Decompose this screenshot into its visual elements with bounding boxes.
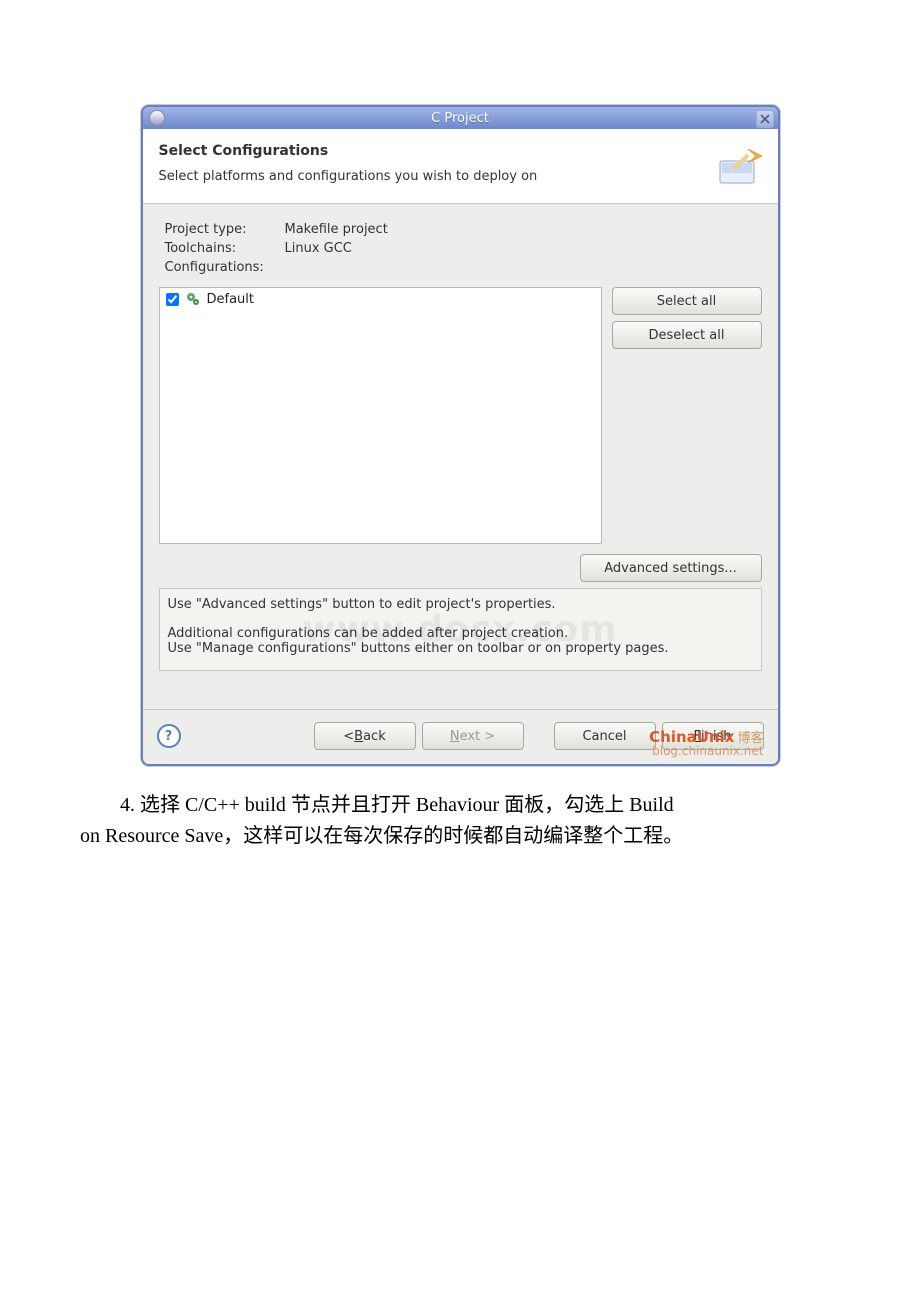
footer-separator (143, 709, 778, 710)
banner-text: Select Configurations Select platforms a… (159, 143, 538, 184)
close-icon (760, 114, 770, 124)
label-configurations: Configurations: (165, 260, 285, 275)
select-all-button[interactable]: Select all (612, 287, 762, 315)
dialog-footer: ? < Back Next > Cancel Finish ChinaUnix博… (143, 714, 778, 764)
note-line-1: Use "Advanced settings" button to edit p… (168, 597, 753, 612)
caption-paragraph: 4. 选择 C/C++ build 节点并且打开 Behaviour 面板，勾选… (80, 790, 840, 852)
select-all-label: Select all (657, 294, 716, 309)
wizard-dialog: C Project Select Configurations Select p… (141, 105, 780, 766)
advanced-row: Advanced settings... (159, 554, 762, 582)
help-icon: ? (165, 729, 173, 744)
configurations-row: Default Select all Deselect all (159, 287, 762, 544)
document-page: C Project Select Configurations Select p… (0, 0, 920, 1302)
next-mnemonic: N (450, 729, 460, 744)
label-project-type: Project type: (165, 222, 285, 237)
advanced-settings-label: Advanced settings... (604, 561, 737, 576)
cancel-button[interactable]: Cancel (554, 722, 656, 750)
wizard-content: Project type: Makefile project Toolchain… (143, 204, 778, 714)
finish-mnemonic: F (694, 729, 701, 744)
config-side-buttons: Select all Deselect all (612, 287, 762, 349)
next-button[interactable]: Next > (422, 722, 524, 750)
wizard-banner: Select Configurations Select platforms a… (143, 129, 778, 204)
label-toolchains: Toolchains: (165, 241, 285, 256)
back-mnemonic: B (354, 729, 363, 744)
dialog-title: C Project (143, 111, 778, 126)
note-line-3: Use "Manage configurations" buttons eith… (168, 641, 753, 656)
banner-subtext: Select platforms and configurations you … (159, 169, 538, 184)
config-item-default[interactable]: Default (160, 288, 601, 310)
wizard-icon (718, 143, 762, 187)
advanced-settings-button[interactable]: Advanced settings... (580, 554, 762, 582)
help-button[interactable]: ? (157, 724, 181, 748)
note-line-2: Additional configurations can be added a… (168, 626, 753, 641)
caption-line-1: 4. 选择 C/C++ build 节点并且打开 Behaviour 面板，勾选… (80, 790, 840, 821)
configurations-list[interactable]: Default (159, 287, 602, 544)
footer-buttonbar: < Back Next > Cancel Finish (314, 722, 764, 750)
gears-icon (185, 291, 201, 307)
value-toolchains: Linux GCC (285, 241, 762, 256)
config-checkbox-default[interactable] (166, 293, 179, 306)
note-box: www.docx.com Use "Advanced settings" but… (159, 588, 762, 671)
cancel-label: Cancel (582, 729, 626, 744)
config-item-label: Default (207, 292, 255, 307)
caption-line-2: on Resource Save，这样可以在每次保存的时候都自动编译整个工程。 (80, 825, 683, 847)
close-button[interactable] (756, 110, 774, 128)
finish-button[interactable]: Finish (662, 722, 764, 750)
banner-heading: Select Configurations (159, 143, 538, 159)
deselect-all-button[interactable]: Deselect all (612, 321, 762, 349)
titlebar[interactable]: C Project (143, 107, 778, 129)
project-info-grid: Project type: Makefile project Toolchain… (165, 222, 762, 275)
back-button[interactable]: < Back (314, 722, 416, 750)
value-project-type: Makefile project (285, 222, 762, 237)
deselect-all-label: Deselect all (649, 328, 725, 343)
app-icon (149, 110, 165, 126)
